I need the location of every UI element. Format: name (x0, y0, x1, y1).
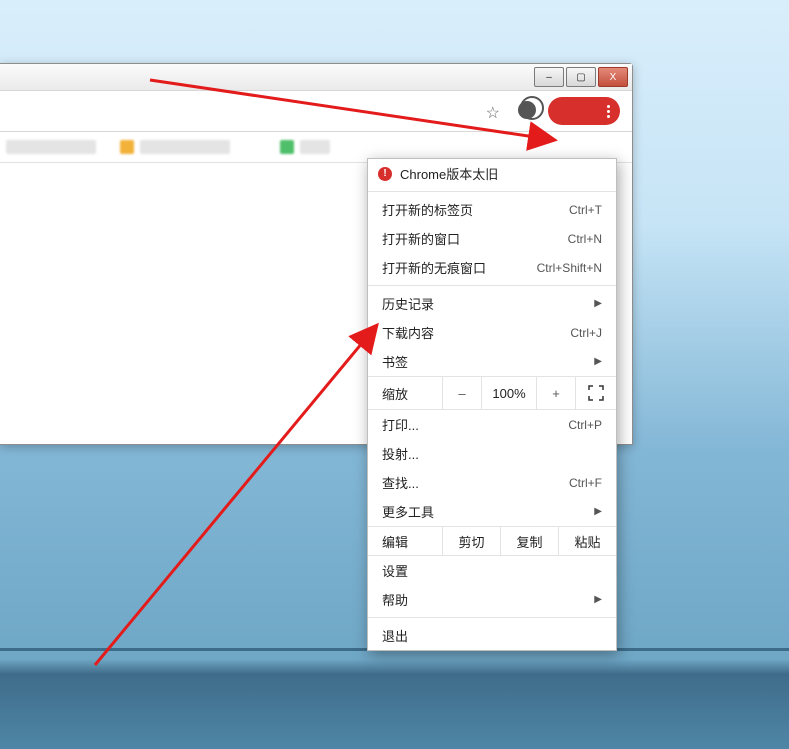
menu-item-label: 退出 (382, 626, 602, 645)
bookmark-item[interactable] (120, 140, 134, 154)
menu-separator (368, 617, 616, 618)
close-button[interactable]: X (598, 67, 628, 87)
menu-item-label: 设置 (382, 561, 602, 580)
submenu-arrow-icon: ▶ (594, 506, 602, 517)
menu-shortcut: Ctrl+T (569, 203, 602, 217)
menu-item-label: 更多工具 (382, 502, 594, 521)
menu-item-label: 历史记录 (382, 294, 594, 313)
menu-shortcut: Ctrl+J (570, 326, 602, 340)
menu-item-label: 打开新的标签页 (382, 200, 569, 219)
menu-alert-label: Chrome版本太旧 (400, 164, 602, 183)
menu-print[interactable]: 打印... Ctrl+P (368, 410, 616, 439)
zoom-label: 缩放 (368, 377, 443, 409)
menu-separator (368, 191, 616, 192)
menu-edit-row: 编辑 剪切 复制 粘贴 (368, 526, 616, 556)
menu-new-incognito[interactable]: 打开新的无痕窗口 Ctrl+Shift+N (368, 253, 616, 282)
menu-downloads[interactable]: 下载内容 Ctrl+J (368, 318, 616, 347)
zoom-out-button[interactable]: – (443, 377, 482, 409)
menu-zoom-row: 缩放 – 100% + (368, 376, 616, 410)
menu-exit[interactable]: 退出 (368, 621, 616, 650)
menu-new-window[interactable]: 打开新的窗口 Ctrl+N (368, 224, 616, 253)
menu-shortcut: Ctrl+N (568, 232, 602, 246)
menu-separator (368, 285, 616, 286)
menu-item-label: 投射... (382, 444, 602, 463)
submenu-arrow-icon: ▶ (594, 356, 602, 367)
menu-item-label: 帮助 (382, 590, 594, 609)
zoom-in-button[interactable]: + (537, 377, 576, 409)
bookmark-star-icon[interactable]: ☆ (486, 103, 500, 123)
bookmark-item[interactable] (280, 140, 294, 154)
minimize-button[interactable]: – (534, 67, 564, 87)
menu-new-tab[interactable]: 打开新的标签页 Ctrl+T (368, 195, 616, 224)
submenu-arrow-icon: ▶ (594, 594, 602, 605)
menu-history[interactable]: 历史记录 ▶ (368, 289, 616, 318)
menu-cast[interactable]: 投射... (368, 439, 616, 468)
cut-button[interactable]: 剪切 (443, 527, 501, 555)
edit-label: 编辑 (368, 527, 443, 555)
browser-toolbar: ☆ (0, 91, 632, 132)
window-titlebar: – ▢ X (0, 64, 632, 91)
copy-button[interactable]: 复制 (501, 527, 559, 555)
menu-item-label: 打印... (382, 415, 568, 434)
menu-item-label: 查找... (382, 473, 569, 492)
menu-shortcut: Ctrl+P (568, 418, 602, 432)
menu-item-label: 打开新的窗口 (382, 229, 568, 248)
maximize-icon: ▢ (576, 72, 585, 83)
chrome-menu-button[interactable] (548, 97, 620, 125)
maximize-button[interactable]: ▢ (566, 67, 596, 87)
menu-more-tools[interactable]: 更多工具 ▶ (368, 497, 616, 526)
menu-shortcut: Ctrl+F (569, 476, 602, 490)
paste-button[interactable]: 粘贴 (559, 527, 616, 555)
menu-shortcut: Ctrl+Shift+N (537, 261, 602, 275)
menu-alert-chrome-outdated[interactable]: ! Chrome版本太旧 (368, 159, 616, 188)
bookmark-item[interactable] (6, 140, 96, 154)
menu-item-label: 打开新的无痕窗口 (382, 258, 537, 277)
menu-bookmarks[interactable]: 书签 ▶ (368, 347, 616, 376)
chrome-main-menu: ! Chrome版本太旧 打开新的标签页 Ctrl+T 打开新的窗口 Ctrl+… (367, 158, 617, 651)
menu-item-label: 下载内容 (382, 323, 570, 342)
close-icon: X (610, 72, 617, 83)
menu-help[interactable]: 帮助 ▶ (368, 585, 616, 614)
menu-find[interactable]: 查找... Ctrl+F (368, 468, 616, 497)
zoom-value: 100% (482, 377, 537, 409)
submenu-arrow-icon: ▶ (594, 298, 602, 309)
fullscreen-button[interactable] (576, 385, 616, 401)
minimize-icon: – (546, 72, 552, 83)
menu-item-label: 书签 (382, 352, 594, 371)
bookmark-item[interactable] (140, 140, 230, 154)
bookmark-item[interactable] (300, 140, 330, 154)
vertical-dots-icon (607, 105, 610, 118)
fullscreen-icon (588, 385, 604, 401)
profile-icon[interactable] (518, 101, 536, 119)
alert-icon: ! (378, 167, 392, 181)
menu-settings[interactable]: 设置 (368, 556, 616, 585)
